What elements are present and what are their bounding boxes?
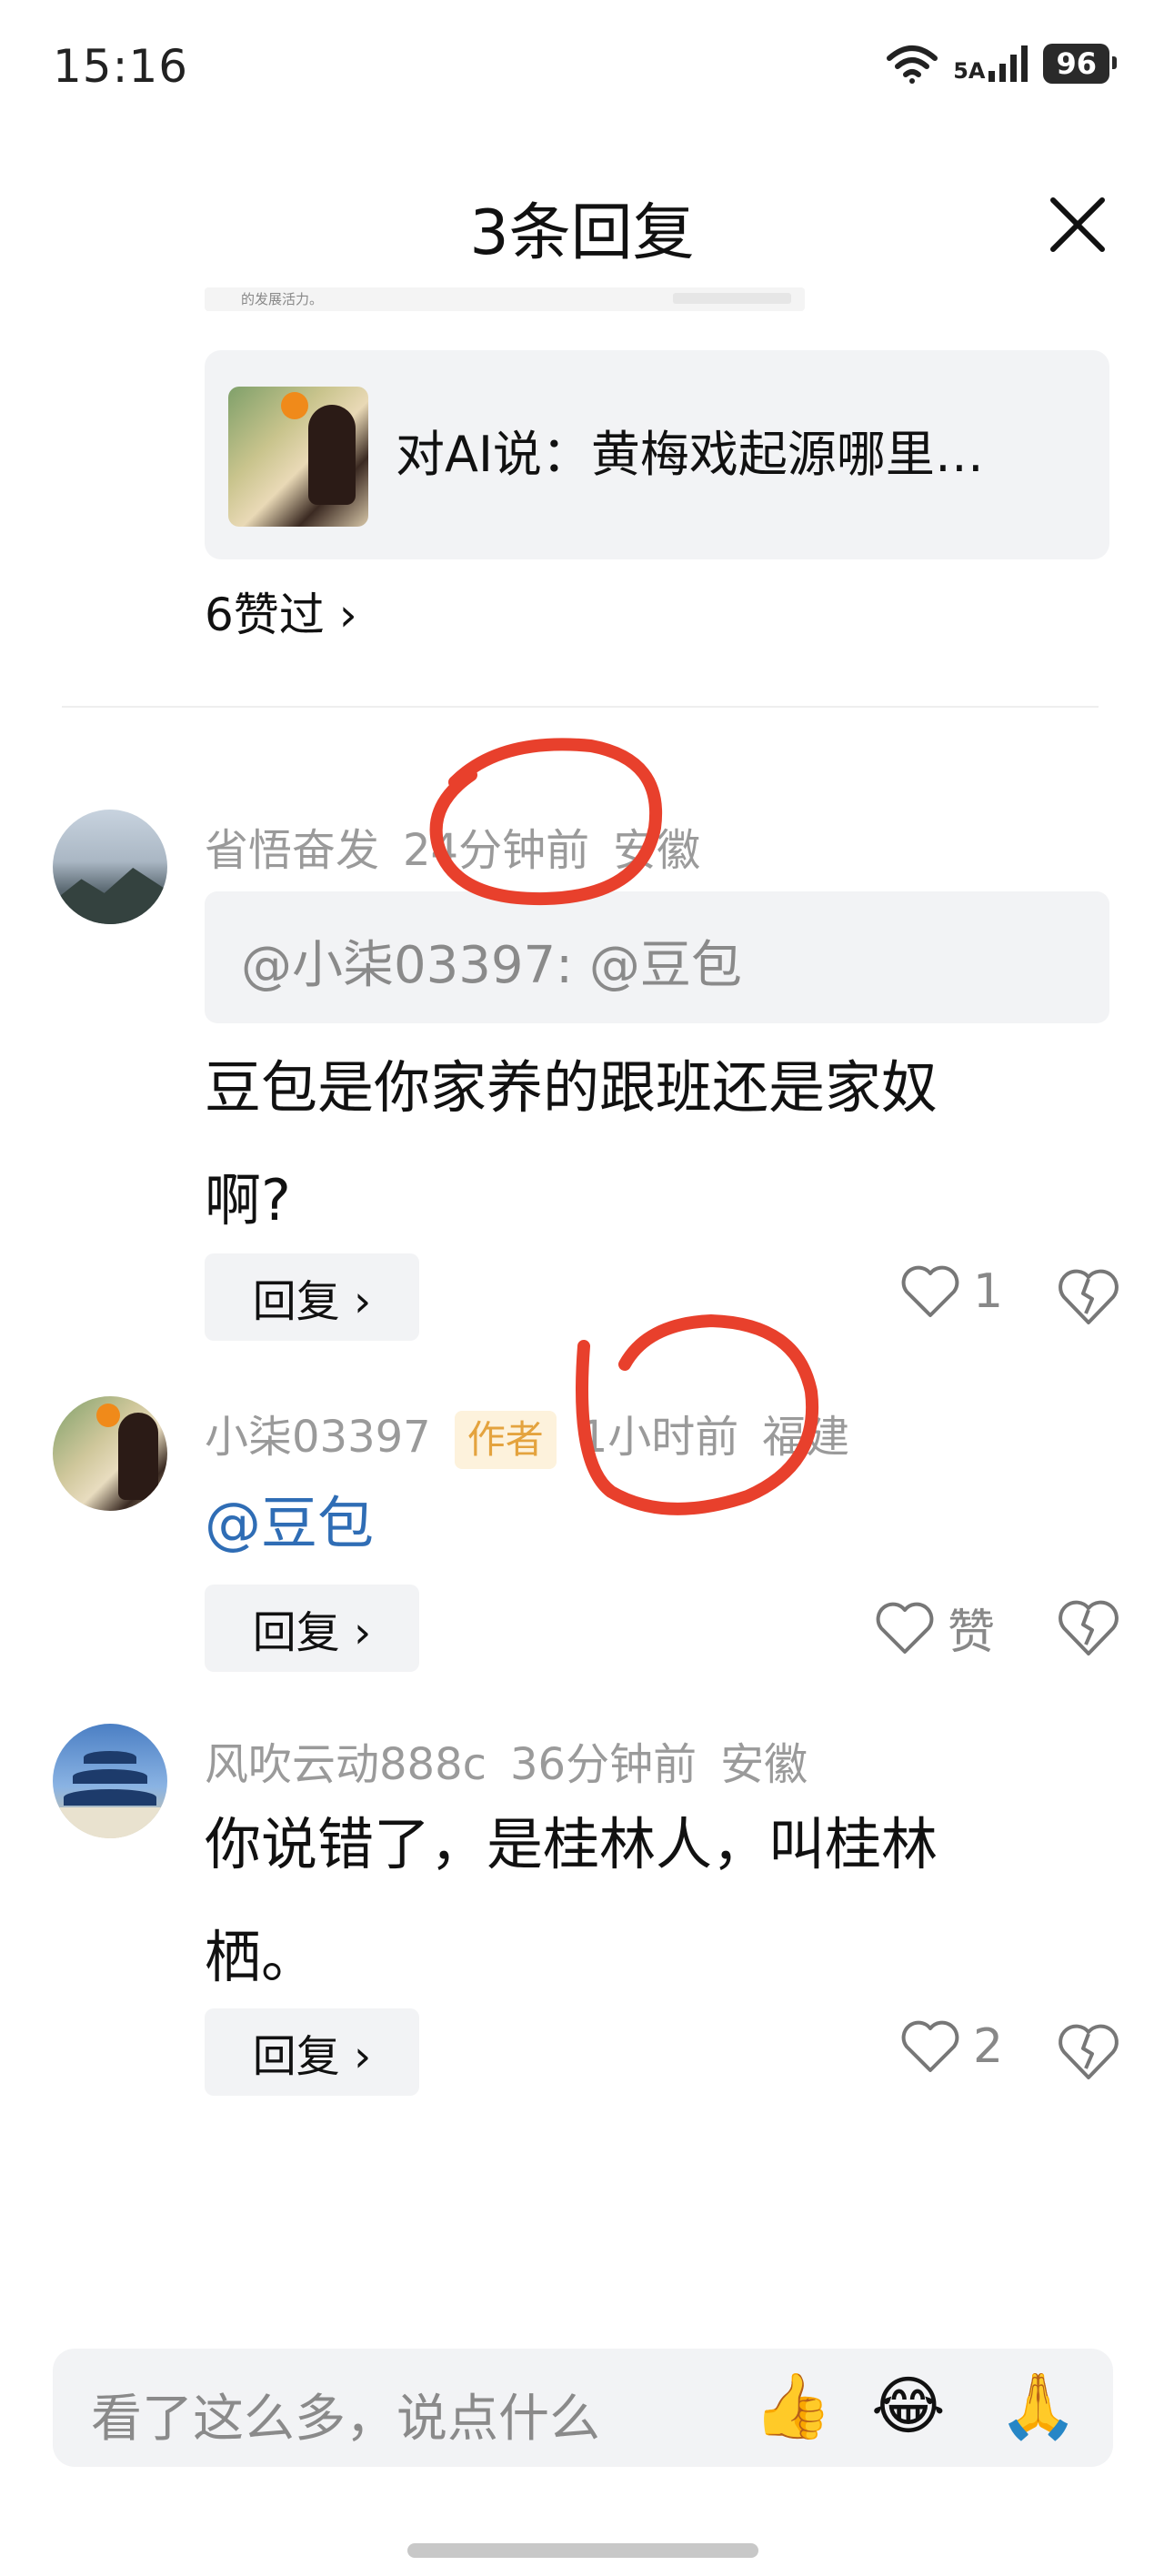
heart-icon	[901, 2020, 959, 2072]
comment-meta: 小柒03397 作者 1小时前 福建	[205, 1401, 873, 1469]
comment-input[interactable]: 看了这么多，说点什么 👍 😂 🙏	[53, 2349, 1113, 2467]
comment-location: 安徽	[613, 825, 701, 876]
comment-meta: 省悟奋发 24分钟前 安徽	[205, 814, 724, 878]
network-type: 5A	[953, 58, 986, 84]
broken-heart-icon[interactable]	[1057, 1597, 1120, 1661]
username[interactable]: 省悟奋发	[205, 825, 379, 876]
battery-indicator: 96	[1043, 44, 1117, 84]
praying-hands-emoji-icon[interactable]: 🙏	[998, 2369, 1078, 2444]
avatar[interactable]	[53, 1396, 167, 1511]
quoted-post-card[interactable]: 对AI说：黄梅戏起源哪里…	[205, 350, 1109, 559]
like-count: 2	[973, 2019, 1004, 2074]
thumbs-up-emoji-icon[interactable]: 👍	[753, 2369, 832, 2444]
close-icon[interactable]	[1046, 193, 1109, 257]
like-button[interactable]: 1	[900, 1264, 1003, 1319]
comment-location: 福建	[762, 1412, 850, 1463]
comment-time: 24分钟前	[403, 825, 590, 876]
username[interactable]: 小柒03397	[205, 1412, 431, 1463]
reply-reference: @小柒03397: @豆包	[205, 891, 1109, 1023]
heart-icon	[901, 1265, 959, 1317]
reply-button[interactable]: 回复 ›	[205, 1585, 419, 1672]
page-title: 3条回复	[469, 197, 695, 269]
broken-heart-icon[interactable]	[1057, 2021, 1120, 2085]
remnant-placeholder	[673, 293, 791, 304]
comment-input-placeholder: 看了这么多，说点什么	[91, 2390, 600, 2449]
avatar[interactable]	[53, 1724, 167, 1838]
like-button[interactable]: 赞	[875, 1594, 995, 1662]
comment-body-line: 豆包是你家养的跟班还是家奴	[205, 1054, 938, 1121]
status-time: 15:16	[53, 40, 189, 93]
comment-body-line: 栖。	[205, 1924, 318, 1990]
likes-count-link[interactable]: 6赞过 ›	[205, 579, 357, 644]
status-icons: 5A 96	[886, 44, 1117, 84]
signal-icon: 5A	[953, 45, 1029, 82]
comment-body: 豆包是你家养的跟班还是家奴 啊?	[205, 1031, 1114, 1257]
comment-time: 1小时前	[579, 1412, 739, 1463]
broken-heart-icon[interactable]	[1057, 1266, 1120, 1330]
quoted-post-text: 对AI说：黄梅戏起源哪里…	[396, 426, 984, 483]
like-button[interactable]: 2	[900, 2019, 1003, 2074]
divider	[62, 706, 1099, 708]
like-label: 赞	[948, 1605, 996, 1660]
wifi-icon	[887, 45, 938, 84]
reply-reference-text: @小柒03397: @豆包	[241, 936, 742, 995]
comment-time: 36分钟前	[510, 1739, 697, 1790]
comment-body: 你说错了，是桂林人，叫桂林 栖。	[205, 1788, 1114, 2014]
author-badge: 作者	[454, 1411, 557, 1469]
mention-link[interactable]: @豆包	[205, 1477, 374, 1559]
like-count: 1	[973, 1264, 1004, 1319]
comment-meta: 风吹云动888c 36分钟前 安徽	[205, 1728, 831, 1792]
post-thumbnail	[228, 387, 368, 527]
reply-button[interactable]: 回复 ›	[205, 2008, 419, 2096]
home-indicator[interactable]	[407, 2543, 758, 2558]
username[interactable]: 风吹云动888c	[205, 1739, 487, 1790]
comment-body-line: 啊?	[205, 1167, 291, 1233]
avatar[interactable]	[53, 810, 167, 924]
comment-location: 安徽	[720, 1739, 808, 1790]
reply-button[interactable]: 回复 ›	[205, 1253, 419, 1341]
comment-body-line: 你说错了，是桂林人，叫桂林	[205, 1811, 938, 1877]
heart-icon	[876, 1602, 934, 1654]
laughing-emoji-icon[interactable]: 😂	[871, 2369, 946, 2443]
